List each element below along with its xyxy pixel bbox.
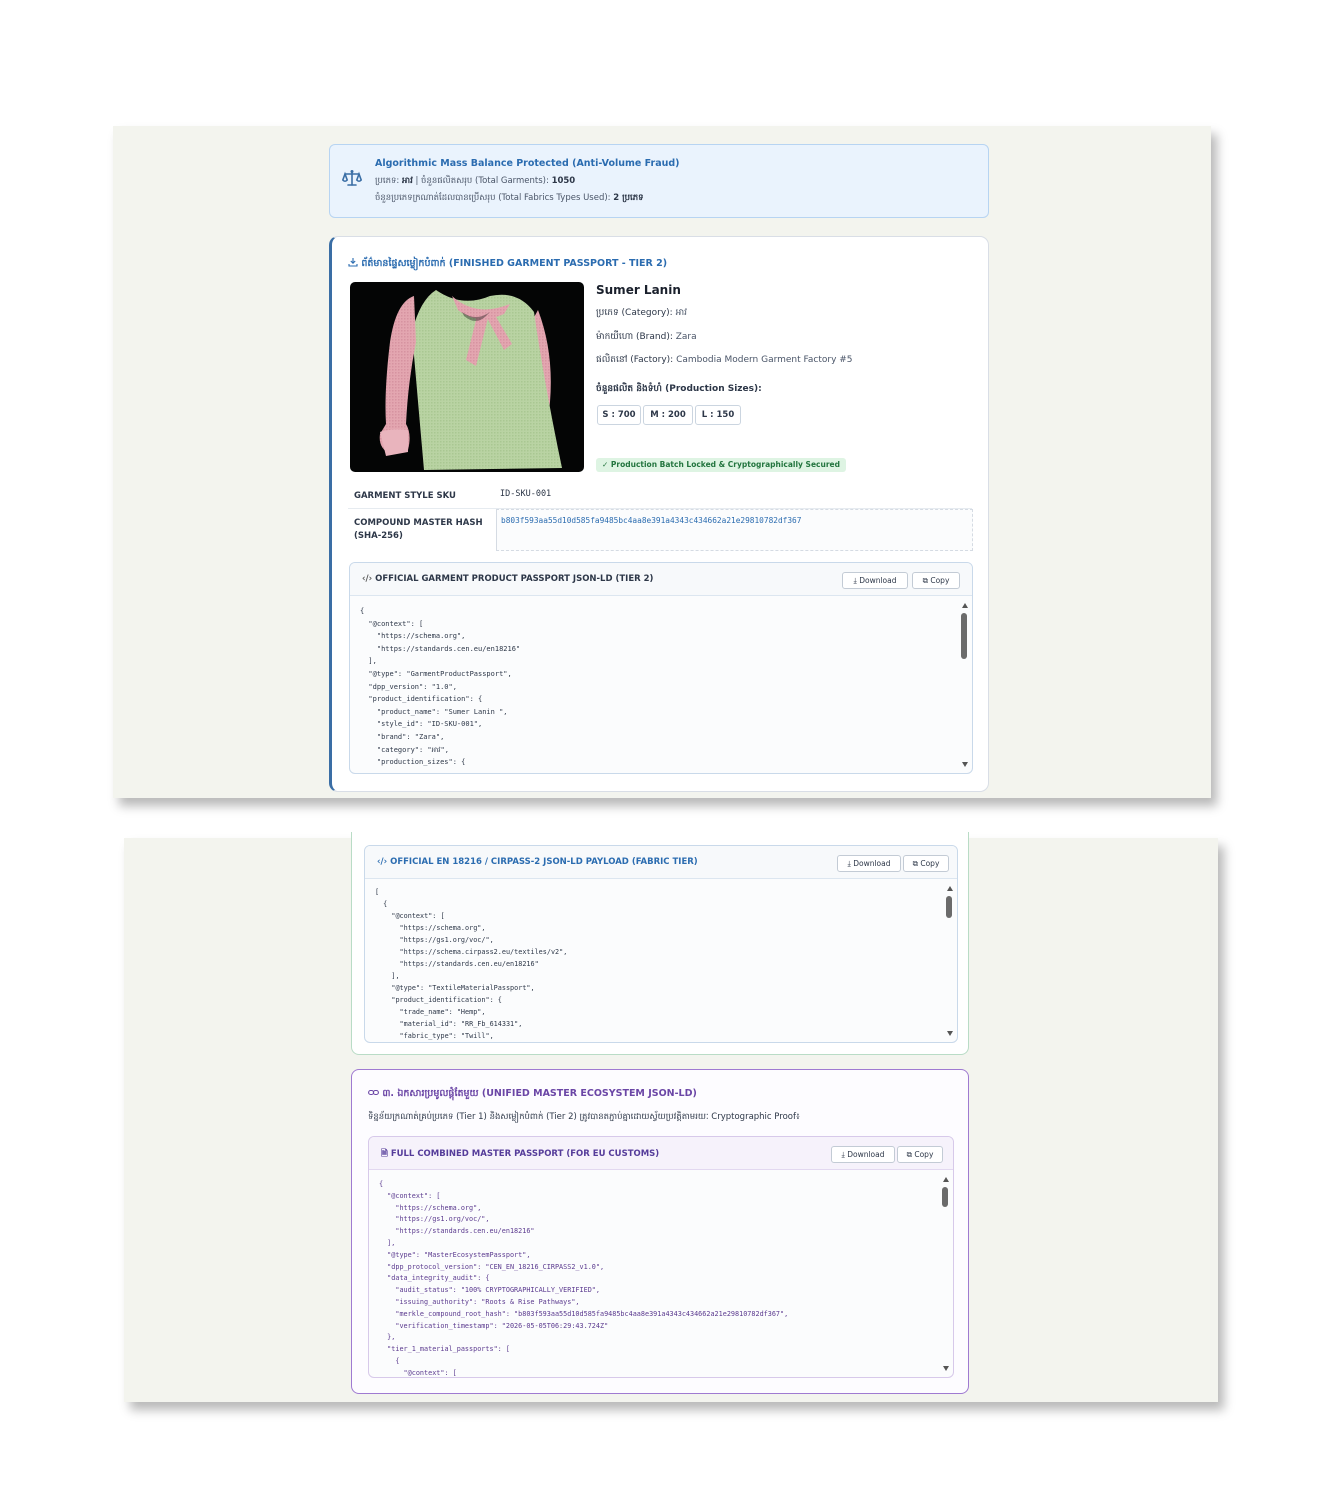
batch-locked-badge: ✓ Production Batch Locked & Cryptographi… xyxy=(596,458,846,472)
garment-json-copy-button[interactable]: ⧉ Copy xyxy=(912,572,960,589)
master-section-title: ៣. ឯកសារប្រមូលផ្តុំតែមួយ (UNIFIED MASTER… xyxy=(368,1087,697,1101)
master-json-download-button[interactable]: ⤓ Download xyxy=(831,1146,895,1163)
scale-balance-icon xyxy=(342,169,362,187)
master-description: ទិន្នន័យក្រណាត់គ្រប់ប្រភេទ (Tier 1) និងស… xyxy=(368,1112,800,1122)
garment-factory: ផលិតនៅ (Factory): Cambodia Modern Garmen… xyxy=(596,355,853,365)
document-icon: 🗎 xyxy=(381,1149,388,1159)
copy-icon: ⧉ xyxy=(912,859,918,868)
production-sizes-label: ចំនួនផលិត និងទំហំ (Production Sizes): xyxy=(596,384,762,394)
garment-name: Sumer Lanin xyxy=(596,283,681,297)
scroll-thumb[interactable] xyxy=(942,1187,948,1207)
fabric-json-download-button[interactable]: ⤓ Download xyxy=(837,855,901,872)
code-icon: ‹/› xyxy=(377,857,388,867)
scroll-thumb[interactable] xyxy=(961,613,967,659)
code-icon: ‹/› xyxy=(362,574,373,584)
sku-label: GARMENT STYLE SKU xyxy=(354,491,456,501)
scroll-down-arrow-icon[interactable] xyxy=(947,1031,953,1036)
fabric-json-scrollbar[interactable] xyxy=(945,884,955,1040)
fabric-json-code[interactable]: [ { "@context": [ "https://schema.org", … xyxy=(375,886,567,1042)
garment-passport-card: ព័ត៌មានផ្ទៃសម្លៀកបំពាក់ (FINISHED GARMEN… xyxy=(329,236,989,792)
garment-json-header: ‹/› OFFICIAL GARMENT PRODUCT PASSPORT JS… xyxy=(350,563,972,596)
size-chip-l: L : 150 xyxy=(695,405,741,425)
scroll-thumb[interactable] xyxy=(946,896,952,918)
fabric-json-viewer: ‹/› OFFICIAL EN 18216 / CIRPASS-2 JSON-L… xyxy=(364,845,958,1043)
master-json-code[interactable]: { "@context": [ "https://schema.org", "h… xyxy=(379,1179,788,1377)
garment-json-scrollbar[interactable] xyxy=(960,601,970,771)
garment-json-title: ‹/› OFFICIAL GARMENT PRODUCT PASSPORT JS… xyxy=(362,574,654,584)
hash-box: b803f593aa55d10d585fa9485bc4aa8e391a4343… xyxy=(496,509,973,551)
copy-icon: ⧉ xyxy=(906,1150,912,1159)
screenshot-bottom: ‹/› OFFICIAL EN 18216 / CIRPASS-2 JSON-L… xyxy=(124,832,1218,1402)
mass-balance-banner: Algorithmic Mass Balance Protected (Anti… xyxy=(329,144,989,218)
download-icon: ⤓ xyxy=(841,1150,845,1159)
link-icon xyxy=(368,1088,379,1097)
fabric-json-header: ‹/› OFFICIAL EN 18216 / CIRPASS-2 JSON-L… xyxy=(365,846,957,879)
master-json-title: 🗎 FULL COMBINED MASTER PASSPORT (FOR EU … xyxy=(381,1149,660,1159)
mass-balance-line-2: ចំនួនប្រភេទក្រណាត់ដែលបានប្រើសរុប (Total … xyxy=(375,193,644,203)
hash-value: b803f593aa55d10d585fa9485bc4aa8e391a4343… xyxy=(501,516,802,525)
scroll-up-arrow-icon[interactable] xyxy=(962,603,968,608)
garment-section-title: ព័ត៌មានផ្ទៃសម្លៀកបំពាក់ (FINISHED GARMEN… xyxy=(348,257,667,271)
garment-json-download-button[interactable]: ⤓ Download xyxy=(842,572,908,589)
sku-value: ID-SKU-001 xyxy=(500,489,552,499)
fabric-json-copy-button[interactable]: ⧉ Copy xyxy=(903,855,949,872)
size-chip-s: S : 700 xyxy=(597,405,641,425)
scroll-down-arrow-icon[interactable] xyxy=(962,762,968,767)
download-icon: ⤓ xyxy=(847,859,851,868)
scroll-up-arrow-icon[interactable] xyxy=(943,1177,949,1182)
scroll-up-arrow-icon[interactable] xyxy=(947,886,953,891)
scroll-down-arrow-icon[interactable] xyxy=(943,1366,949,1371)
screenshot-top: Algorithmic Mass Balance Protected (Anti… xyxy=(113,126,1211,798)
garment-3d-preview xyxy=(350,282,584,472)
garment-brand: ម៉ាកយីហោ (Brand): Zara xyxy=(596,332,697,342)
garment-category: ប្រភេទ (Category): អាវ xyxy=(596,308,688,318)
hash-label: COMPOUND MASTER HASH (SHA-256) xyxy=(354,518,483,541)
download-icon: ⤓ xyxy=(853,576,857,585)
fabric-passport-card: ‹/› OFFICIAL EN 18216 / CIRPASS-2 JSON-L… xyxy=(351,832,969,1055)
master-json-scrollbar[interactable] xyxy=(941,1175,951,1375)
fabric-json-title: ‹/› OFFICIAL EN 18216 / CIRPASS-2 JSON-L… xyxy=(377,857,698,867)
master-ecosystem-card: ៣. ឯកសារប្រមូលផ្តុំតែមួយ (UNIFIED MASTER… xyxy=(351,1069,969,1394)
copy-icon: ⧉ xyxy=(922,576,928,585)
garment-json-viewer: ‹/› OFFICIAL GARMENT PRODUCT PASSPORT JS… xyxy=(349,562,973,774)
size-chip-m: M : 200 xyxy=(643,405,693,425)
master-json-copy-button[interactable]: ⧉ Copy xyxy=(897,1146,943,1163)
master-json-header: 🗎 FULL COMBINED MASTER PASSPORT (FOR EU … xyxy=(369,1137,953,1170)
mass-balance-line-1: ប្រភេទ: អាវ | ចំនួនផលិតសរុប (Total Garme… xyxy=(375,176,576,186)
download-tray-icon xyxy=(348,257,358,267)
master-json-viewer: 🗎 FULL COMBINED MASTER PASSPORT (FOR EU … xyxy=(368,1136,954,1378)
garment-json-code[interactable]: { "@context": [ "https://schema.org", "h… xyxy=(360,605,520,769)
mass-balance-title: Algorithmic Mass Balance Protected (Anti… xyxy=(375,158,680,169)
